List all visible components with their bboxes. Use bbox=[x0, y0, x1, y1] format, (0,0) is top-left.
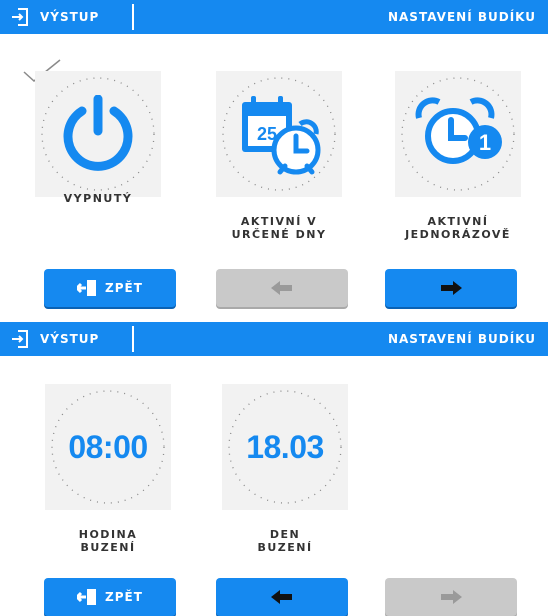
wake-time-tile[interactable]: 08:00 bbox=[45, 384, 171, 510]
page-title: NASTAVENÍ BUDÍKU bbox=[387, 332, 536, 346]
label-line: AKTIVNÍ bbox=[427, 215, 489, 228]
label-line: URČENÉ DNY bbox=[231, 228, 327, 241]
wake-time-label: HODINA BUZENÍ bbox=[28, 528, 188, 554]
option-once-label: AKTIVNÍ JEDNORÁZOVĚ bbox=[378, 215, 538, 241]
option-off-label: VYPNUTÝ bbox=[18, 192, 178, 205]
prev-button[interactable] bbox=[216, 269, 348, 307]
back-label: ZPĚT bbox=[105, 590, 143, 604]
exit-button[interactable]: VÝSTUP bbox=[10, 7, 99, 27]
exit-label: VÝSTUP bbox=[40, 10, 100, 24]
prev-button[interactable] bbox=[216, 578, 348, 616]
option-days-tile[interactable]: 25 bbox=[216, 71, 342, 197]
label-line: DEN bbox=[269, 528, 301, 541]
wake-date-tile[interactable]: 18.03 bbox=[222, 384, 348, 510]
alarm-time-screen: VÝSTUP NASTAVENÍ BUDÍKU 08:00 HODINA BUZ… bbox=[0, 322, 548, 616]
back-button[interactable]: ZPĚT bbox=[44, 578, 176, 616]
label-line: BUZENÍ bbox=[257, 541, 313, 554]
wake-date-label: DEN BUZENÍ bbox=[205, 528, 365, 554]
header-divider bbox=[132, 4, 134, 30]
page-title: NASTAVENÍ BUDÍKU bbox=[387, 10, 536, 24]
exit-icon bbox=[12, 8, 28, 26]
header-divider bbox=[132, 326, 134, 352]
exit-button[interactable]: VÝSTUP bbox=[10, 329, 99, 349]
arrow-right-icon bbox=[441, 590, 462, 604]
option-off-tile[interactable] bbox=[35, 71, 161, 197]
next-button[interactable] bbox=[385, 578, 517, 616]
alarm-clock-one-icon: 1 bbox=[415, 97, 502, 164]
back-button[interactable]: ZPĚT bbox=[44, 269, 176, 307]
back-door-icon bbox=[77, 589, 97, 605]
next-button[interactable] bbox=[385, 269, 517, 307]
label-line: VYPNUTÝ bbox=[63, 192, 133, 205]
calendar-clock-icon: 25 bbox=[242, 96, 321, 175]
label-line: JEDNORÁZOVĚ bbox=[405, 228, 511, 241]
exit-icon bbox=[12, 330, 28, 348]
exit-label: VÝSTUP bbox=[40, 332, 100, 346]
wake-date-value: 18.03 bbox=[246, 428, 324, 465]
top-bar: VÝSTUP NASTAVENÍ BUDÍKU bbox=[0, 322, 548, 356]
wake-time-value: 08:00 bbox=[68, 428, 148, 465]
arrow-right-icon bbox=[441, 281, 462, 295]
alarm-mode-screen: VÝSTUP NASTAVENÍ BUDÍKU VYPNUTÝ 25 AKTIV… bbox=[0, 0, 548, 320]
power-icon bbox=[63, 95, 133, 171]
label-line: BUZENÍ bbox=[80, 541, 136, 554]
top-bar: VÝSTUP NASTAVENÍ BUDÍKU bbox=[0, 0, 548, 34]
badge-number: 1 bbox=[479, 130, 491, 155]
option-once-tile[interactable]: 1 bbox=[395, 71, 521, 197]
back-label: ZPĚT bbox=[105, 281, 143, 295]
label-line: HODINA bbox=[78, 528, 138, 541]
arrow-left-icon bbox=[271, 590, 292, 604]
back-door-icon bbox=[77, 280, 97, 296]
option-days-label: AKTIVNÍ V URČENÉ DNY bbox=[199, 215, 359, 241]
arrow-left-icon bbox=[271, 281, 292, 295]
label-line: AKTIVNÍ V bbox=[240, 215, 318, 228]
